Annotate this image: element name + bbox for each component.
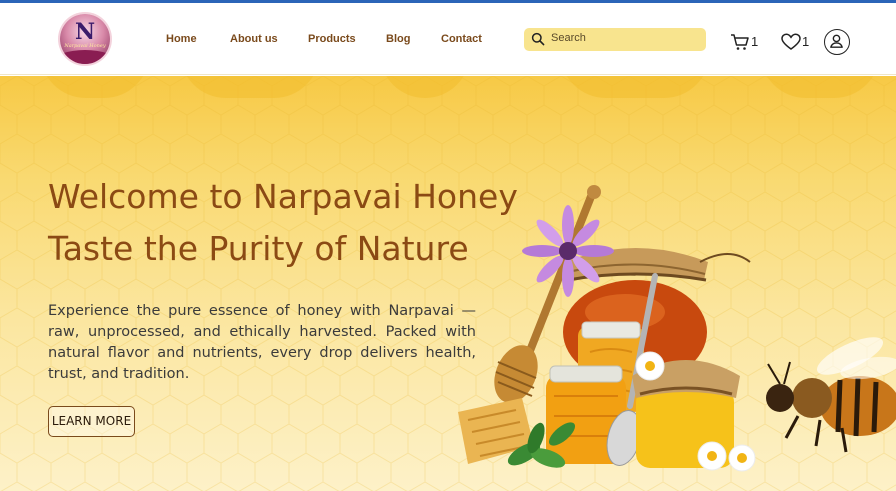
search-input[interactable]: Search	[524, 28, 706, 51]
search-placeholder: Search	[551, 32, 586, 44]
nav-contact[interactable]: Contact	[441, 33, 482, 45]
search-icon	[531, 32, 545, 46]
flower-icon	[522, 205, 614, 297]
logo-hill	[60, 50, 110, 64]
nav-products[interactable]: Products	[308, 33, 356, 45]
learn-more-button[interactable]: LEARN MORE	[48, 406, 135, 437]
nav-about-us[interactable]: About us	[230, 33, 278, 45]
heart-icon[interactable]	[781, 33, 801, 51]
nav-home[interactable]: Home	[166, 33, 197, 45]
logo-letter: N	[74, 19, 96, 45]
hero-intro: Experience the pure essence of honey wit…	[48, 303, 476, 382]
hero-banner: Welcome to Narpavai Honey Taste the Puri…	[0, 76, 896, 491]
cart-icon[interactable]	[730, 33, 750, 51]
bee-icon	[766, 337, 896, 453]
site-header: N Narpavai Honey Home About us Products …	[0, 3, 896, 75]
user-icon	[830, 34, 843, 48]
wishlist-count: 1	[802, 34, 810, 49]
brand-logo[interactable]: N Narpavai Honey	[60, 14, 110, 64]
account-button[interactable]	[824, 29, 850, 55]
honey-products-illustration	[458, 185, 896, 472]
nav-blog[interactable]: Blog	[386, 33, 410, 45]
logo-script: Narpavai Honey	[64, 43, 106, 49]
cart-count: 1	[751, 34, 759, 49]
